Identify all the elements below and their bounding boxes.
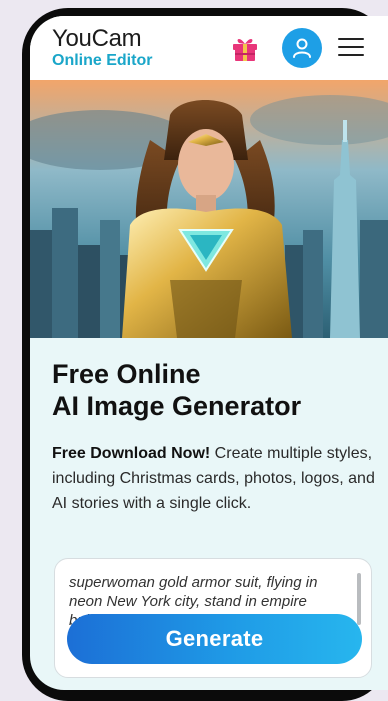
title-line-1: Free Online xyxy=(52,359,201,389)
title-line-2: AI Image Generator xyxy=(52,391,302,421)
hero-image xyxy=(30,80,388,338)
account-button[interactable] xyxy=(282,28,322,68)
download-cta-text[interactable]: Free Download Now! xyxy=(52,445,210,462)
page-title: Free Online AI Image Generator xyxy=(52,358,382,422)
logo-subtitle[interactable]: Online Editor xyxy=(52,52,152,70)
phone-screen: YouCam Online Editor Free Online AI Imag… xyxy=(30,16,388,690)
gift-icon[interactable] xyxy=(230,33,260,63)
user-icon xyxy=(293,38,311,58)
prompt-scrollbar[interactable] xyxy=(357,573,361,625)
logo-wordmark[interactable]: YouCam xyxy=(52,26,142,52)
menu-icon[interactable] xyxy=(338,38,364,58)
generate-button[interactable]: Generate xyxy=(67,614,362,664)
page-description: Free Download Now! Create multiple style… xyxy=(52,441,378,516)
top-nav: YouCam Online Editor xyxy=(30,16,388,80)
